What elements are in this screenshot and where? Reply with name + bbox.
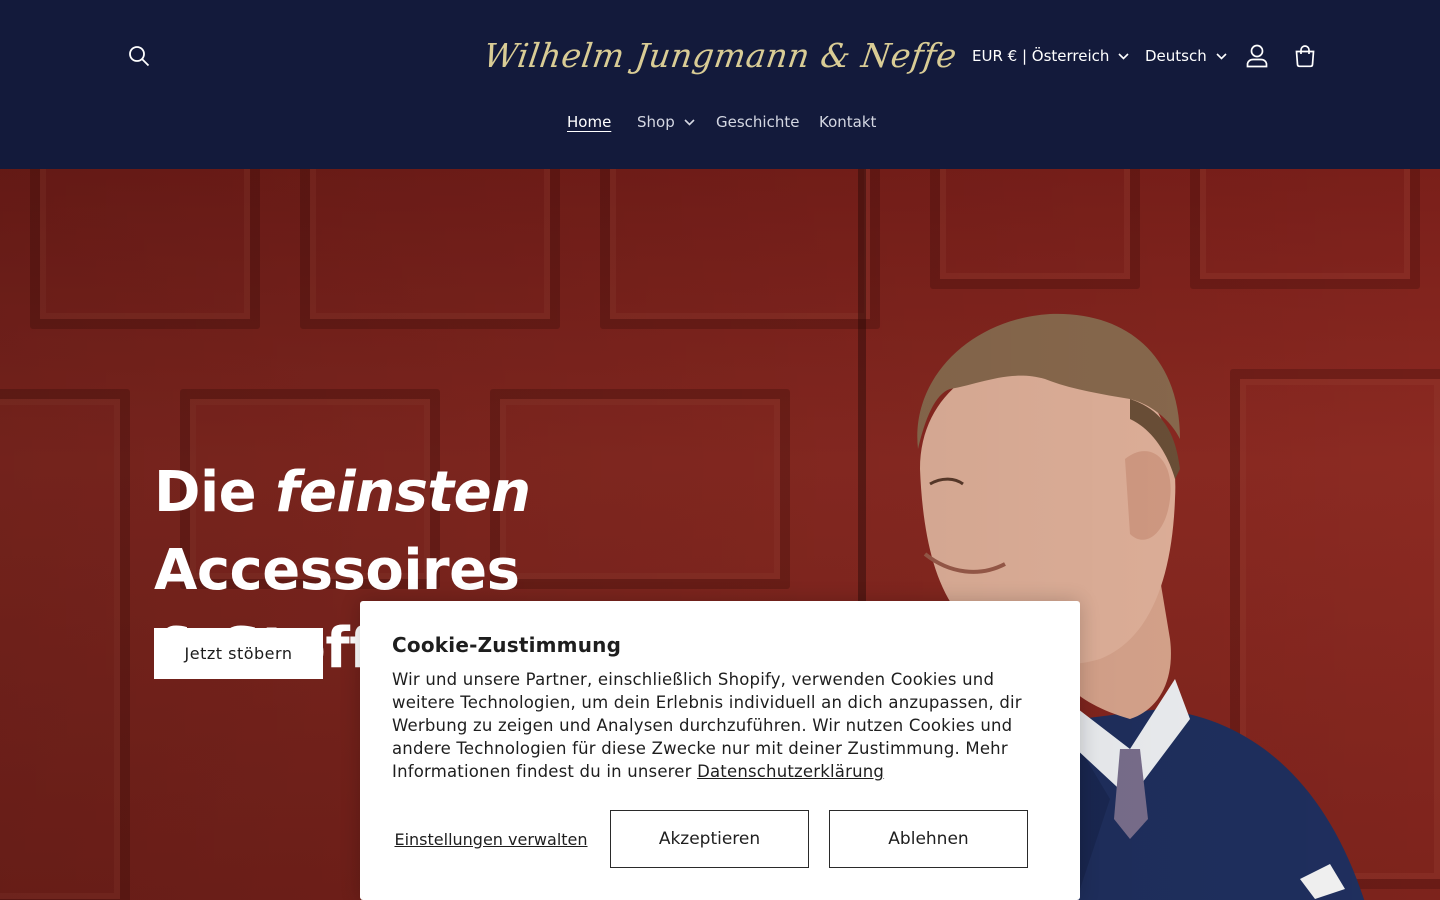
account-button[interactable] bbox=[1235, 34, 1279, 78]
nav-item-kontakt[interactable]: Kontakt bbox=[819, 108, 876, 136]
site-header: Wilhelm Jungmann & Neffe EUR € | Österre… bbox=[0, 0, 1440, 169]
cookie-actions: Einstellungen verwalten Akzeptieren Able… bbox=[392, 810, 1048, 868]
cookie-title: Cookie-Zustimmung bbox=[392, 633, 622, 657]
currency-label: EUR € | Österreich bbox=[972, 47, 1110, 65]
nav-item-geschichte[interactable]: Geschichte bbox=[716, 108, 799, 136]
nav-item-shop[interactable]: Shop bbox=[637, 108, 695, 136]
hero-title-part1: Die bbox=[154, 460, 276, 525]
cookie-consent-dialog: Cookie-Zustimmung Wir und unsere Partner… bbox=[360, 601, 1080, 900]
hero-title-part2: Accessoires bbox=[154, 538, 520, 603]
cart-button[interactable] bbox=[1283, 34, 1327, 78]
main-nav: Home Shop Geschichte Kontakt bbox=[0, 108, 1440, 136]
cart-icon bbox=[1295, 45, 1315, 68]
cookie-description: Wir und unsere Partner, einschließlich S… bbox=[392, 668, 1048, 783]
user-icon bbox=[1246, 44, 1268, 68]
chevron-down-icon bbox=[684, 118, 695, 126]
browse-button[interactable]: Jetzt stöbern bbox=[154, 628, 323, 679]
currency-selector[interactable]: EUR € | Österreich bbox=[972, 42, 1129, 70]
logo-text: Wilhelm Jungmann & Neffe bbox=[480, 35, 960, 75]
search-icon bbox=[129, 46, 150, 67]
nav-item-shop-label: Shop bbox=[637, 113, 675, 131]
language-selector[interactable]: Deutsch bbox=[1145, 42, 1227, 70]
nav-item-home[interactable]: Home bbox=[567, 108, 611, 136]
language-label: Deutsch bbox=[1145, 47, 1207, 65]
brand-logo[interactable]: Wilhelm Jungmann & Neffe bbox=[481, 22, 959, 88]
chevron-down-icon bbox=[1118, 52, 1129, 60]
hero-title-emphasis: feinsten bbox=[275, 460, 531, 525]
privacy-policy-link[interactable]: Datenschutzerklärung bbox=[697, 762, 884, 781]
search-button[interactable] bbox=[117, 34, 161, 78]
chevron-down-icon bbox=[1216, 52, 1227, 60]
accept-button[interactable]: Akzeptieren bbox=[610, 810, 809, 868]
decline-button[interactable]: Ablehnen bbox=[829, 810, 1028, 868]
manage-settings-button[interactable]: Einstellungen verwalten bbox=[392, 810, 590, 868]
